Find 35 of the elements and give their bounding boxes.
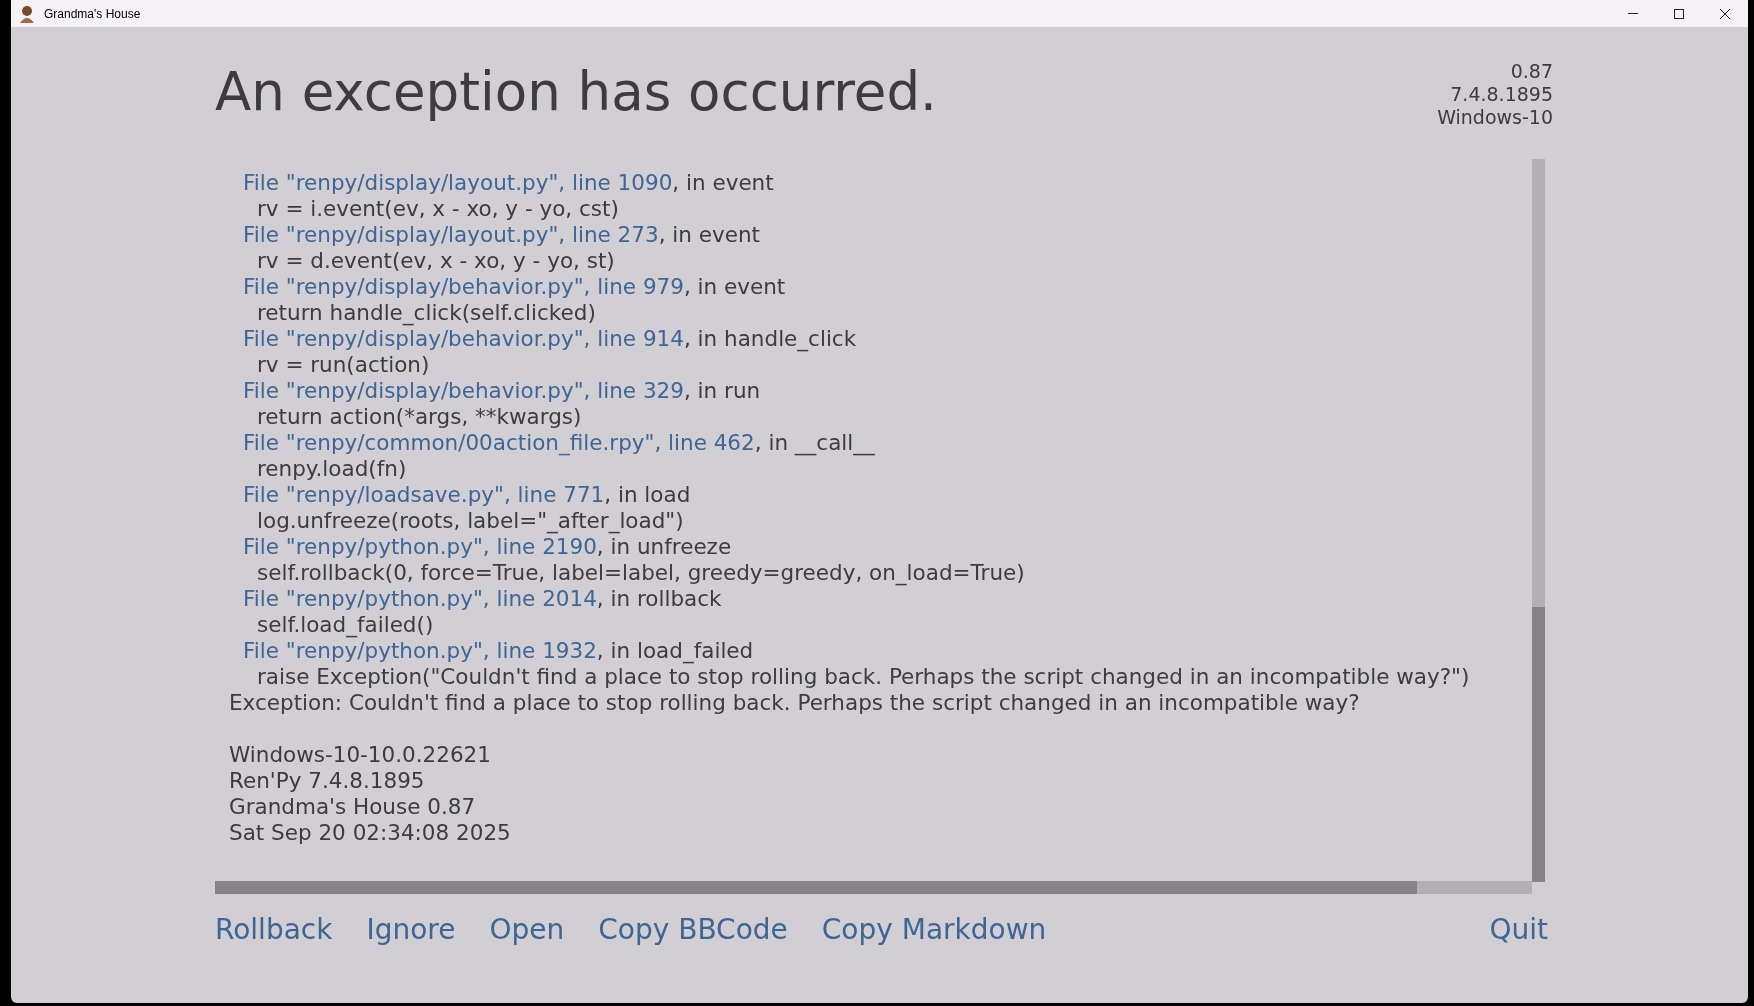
code-line: return action(*args, **kwargs) xyxy=(256,403,583,427)
app-icon xyxy=(19,4,35,23)
info-line: Grandma's House 0.87 xyxy=(228,793,477,817)
code-line: rv = i.event(ev, x - xo, y - yo, cst) xyxy=(256,195,620,219)
action-link[interactable]: Copy BBCode xyxy=(598,909,788,951)
traceback-line: File "renpy/python.py", line 2190, in unfreeze xyxy=(242,534,733,557)
info-line: Sat Sep 20 02:34:08 2025 xyxy=(228,819,512,843)
window-title: Grandma's House xyxy=(44,5,141,23)
action-link[interactable]: Copy Markdown xyxy=(821,909,1047,951)
code-line: raise Exception("Couldn't find a place to stop rolling back. Perhaps the script changed in an incompatible way?") xyxy=(256,664,1471,687)
action-link[interactable]: Open xyxy=(489,909,565,951)
version-text: 0.87 xyxy=(1510,60,1553,83)
traceback-line: File "renpy/display/layout.py", line 273, in event xyxy=(242,221,761,245)
info-line: Ren'Py 7.4.8.1895 xyxy=(228,767,426,791)
version-text: 7.4.8.1895 xyxy=(1450,83,1553,106)
scrollbar-thumb[interactable] xyxy=(1532,607,1545,882)
action-link[interactable]: Quit xyxy=(1489,909,1548,951)
maximize-icon xyxy=(1673,7,1685,20)
vertical-scrollbar[interactable] xyxy=(1532,159,1545,882)
minimize-icon xyxy=(1628,13,1638,14)
traceback-line: File "renpy/python.py", line 2014, in rollback xyxy=(242,585,723,609)
version-text: Windows-10 xyxy=(1437,106,1553,129)
traceback-line: File "renpy/display/behavior.py", line 329, in run xyxy=(242,377,762,401)
traceback-line: File "renpy/display/layout.py", line 1090, in event xyxy=(242,169,775,193)
info-line: Windows-10-10.0.22621 xyxy=(228,741,492,765)
traceback-line: File "renpy/loadsave.py", line 771, in load xyxy=(242,481,692,505)
code-line: rv = run(action) xyxy=(256,351,431,375)
action-link[interactable]: Ignore xyxy=(366,909,456,951)
code-line: renpy.load(fn) xyxy=(256,456,408,479)
info-line: Exception: Couldn't find a place to stop rolling back. Perhaps the script changed in an incompatible way? xyxy=(228,689,1361,713)
code-line: rv = d.event(ev, x - xo, y - yo, st) xyxy=(256,247,616,271)
traceback-line: File "renpy/display/behavior.py", line 979, in event xyxy=(242,273,787,297)
error-heading: An exception has occurred. xyxy=(215,60,937,124)
close-icon xyxy=(1719,7,1731,20)
action-link[interactable]: Rollback xyxy=(215,909,333,951)
